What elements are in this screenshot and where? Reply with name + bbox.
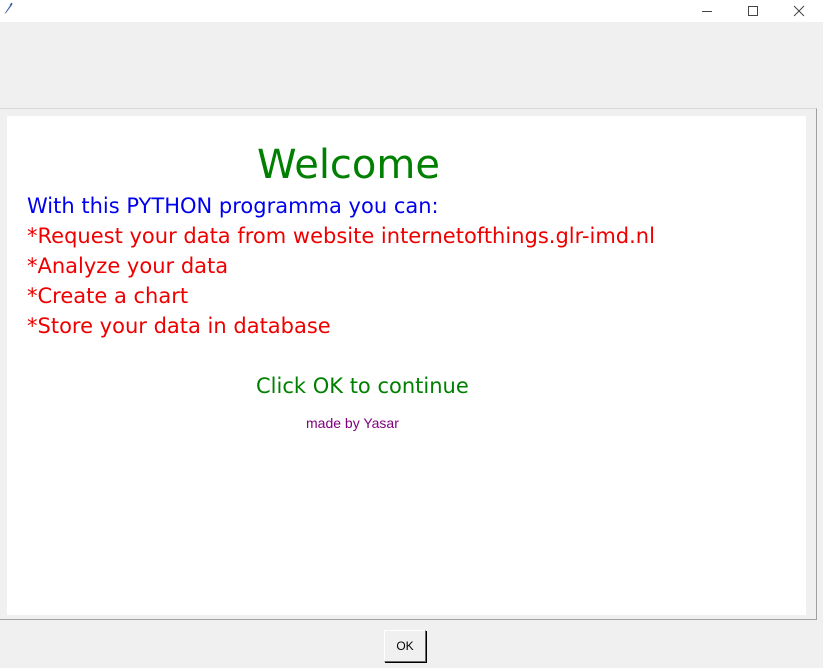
feature-analyze-data: *Analyze your data [27, 254, 229, 278]
feather-icon [2, 0, 16, 15]
feature-request-data: *Request your data from website internet… [27, 224, 655, 248]
feature-create-chart: *Create a chart [27, 284, 189, 308]
minimize-icon [701, 2, 713, 21]
maximize-button[interactable] [730, 0, 776, 22]
welcome-canvas: Welcome With this PYTHON programma you c… [7, 116, 806, 615]
author-credit: made by Yasar [306, 415, 399, 431]
minimize-button[interactable] [684, 0, 730, 22]
welcome-heading: Welcome [257, 142, 440, 188]
continue-instruction: Click OK to continue [256, 374, 469, 398]
intro-text: With this PYTHON programma you can: [27, 194, 439, 218]
title-bar[interactable] [0, 0, 823, 22]
feature-store-data: *Store your data in database [27, 314, 331, 338]
close-button[interactable] [776, 0, 822, 22]
maximize-icon [747, 2, 759, 21]
top-empty-area [0, 22, 823, 108]
close-icon [793, 2, 805, 21]
ok-button[interactable]: OK [384, 630, 426, 662]
